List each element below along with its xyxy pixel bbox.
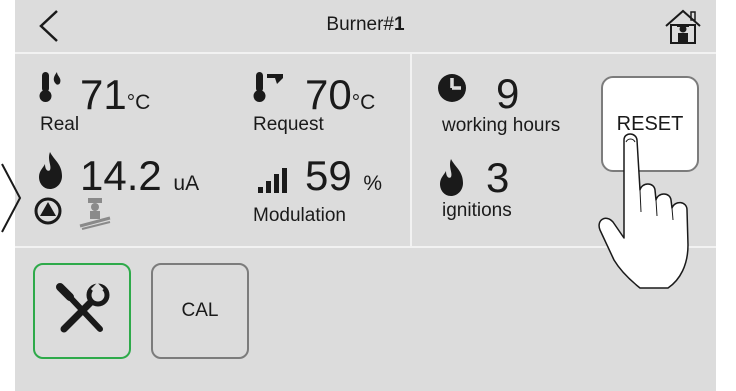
request-temp-label: Request <box>253 114 324 135</box>
real-temp-value-group: 71°C <box>80 74 150 124</box>
real-temp-label: Real <box>40 114 80 135</box>
real-temp-unit: °C <box>126 91 151 114</box>
modulation-value-group: 59 % <box>305 155 382 205</box>
working-hours-label: working hours <box>442 115 561 136</box>
side-arrow-icon <box>1 163 22 233</box>
header-bar: Burner#1 <box>15 0 716 54</box>
tools-icon <box>56 282 110 333</box>
chimney-sweep-icon <box>79 198 111 230</box>
ignitions-flame-icon <box>440 159 463 196</box>
signal-bars-icon <box>258 168 287 193</box>
tools-button[interactable] <box>33 263 131 359</box>
cal-button-label: CAL <box>181 300 219 321</box>
pointing-hand-icon <box>598 133 689 289</box>
flame-current-value: 14.2 <box>80 152 162 199</box>
request-temp-unit: °C <box>351 91 376 114</box>
ignitions-label: ignitions <box>442 200 512 221</box>
title-prefix: Burner# <box>326 14 395 35</box>
flame-icon <box>39 152 62 189</box>
thermometer-setpoint-icon <box>253 72 283 102</box>
modulation-value: 59 <box>305 152 352 199</box>
modulation-unit: % <box>363 172 383 195</box>
page-title: Burner#1 <box>15 14 716 36</box>
pump-icon <box>34 197 62 225</box>
real-temp-value: 71 <box>80 71 127 118</box>
working-hours-value: 9 <box>496 70 520 117</box>
vertical-divider <box>410 54 412 247</box>
home-chimney-sweep-icon[interactable] <box>663 8 703 46</box>
title-number: 1 <box>394 14 405 35</box>
ignitions-value: 3 <box>486 154 510 201</box>
request-temp-value: 70 <box>305 71 352 118</box>
modulation-label: Modulation <box>253 205 346 226</box>
clock-icon <box>438 74 466 102</box>
flame-current-unit: uA <box>173 172 200 195</box>
thermometer-flame-icon <box>39 72 61 102</box>
cal-button[interactable]: CAL <box>151 263 249 359</box>
